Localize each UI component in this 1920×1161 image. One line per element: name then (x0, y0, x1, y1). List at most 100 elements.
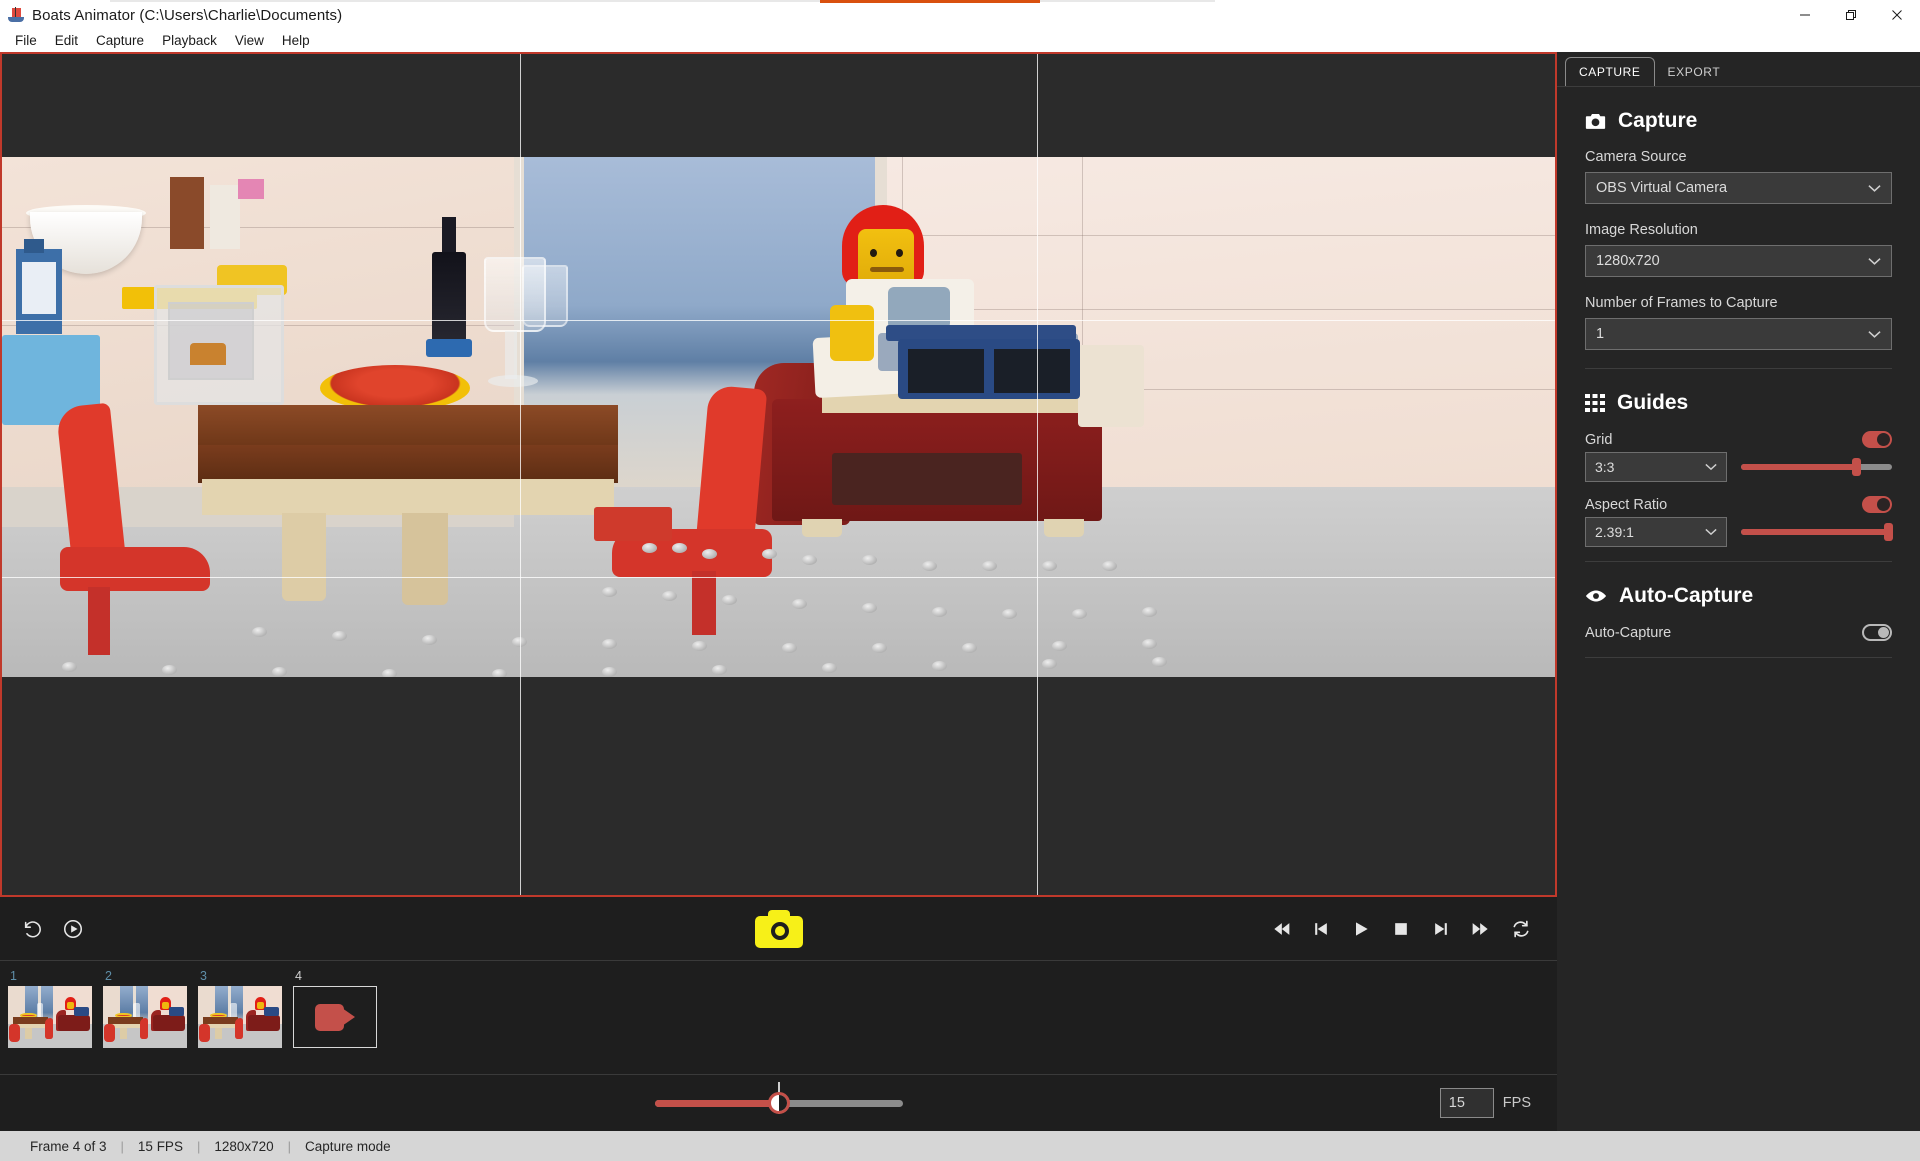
onion-skin-bar: FPS (0, 1075, 1557, 1131)
menu-bar: File Edit Capture Playback View Help (0, 30, 1920, 52)
status-bar: Frame 4 of 3 | 15 FPS | 1280x720 | Captu… (0, 1131, 1920, 1161)
aspect-ratio-toggle[interactable] (1862, 496, 1892, 513)
frame-item[interactable]: 3 (198, 969, 282, 1048)
capture-viewport-frame (0, 52, 1557, 897)
status-mode: Capture mode (305, 1138, 391, 1154)
autocapture-section-header: Auto-Capture (1585, 584, 1892, 608)
aspect-ratio-select[interactable]: 2.39:1 (1585, 517, 1727, 547)
chevron-down-icon (1705, 463, 1717, 471)
sidebar-content: Capture Camera Source OBS Virtual Camera… (1557, 87, 1920, 1131)
loop-icon[interactable] (1511, 919, 1531, 939)
menu-item-playback[interactable]: Playback (153, 31, 226, 51)
frame-thumbnail[interactable] (103, 986, 187, 1048)
app-window: Boats Animator (C:\Users\Charlie\Documen… (0, 0, 1920, 1161)
capture-section-title: Capture (1618, 109, 1698, 132)
menu-item-capture[interactable]: Capture (87, 31, 153, 51)
frame-item[interactable]: 1 (8, 969, 92, 1048)
boat-icon (8, 7, 24, 23)
aspect-ratio-label: Aspect Ratio (1585, 496, 1668, 513)
section-divider (1585, 368, 1892, 369)
camera-source-value: OBS Virtual Camera (1596, 180, 1728, 196)
frame-strip[interactable]: 1 2 3 4 (0, 961, 1557, 1075)
tab-export[interactable]: EXPORT (1654, 58, 1734, 86)
chevron-down-icon (1868, 184, 1881, 193)
play-icon[interactable] (1351, 919, 1371, 939)
frame-item[interactable]: 2 (103, 969, 187, 1048)
sidebar-tabs: CAPTURE EXPORT (1557, 52, 1920, 86)
image-resolution-select[interactable]: 1280x720 (1585, 245, 1892, 277)
live-view-thumbnail[interactable] (293, 986, 377, 1048)
chevron-down-icon (1705, 528, 1717, 536)
camera-source-label: Camera Source (1585, 149, 1687, 165)
autocapture-section-title: Auto-Capture (1619, 584, 1754, 607)
title-bar: Boats Animator (C:\Users\Charlie\Documen… (0, 0, 1920, 30)
capture-frame-button[interactable] (754, 908, 804, 950)
close-button[interactable] (1874, 0, 1920, 30)
capture-section-header: Capture (1585, 109, 1892, 133)
chevron-down-icon (1868, 330, 1881, 339)
video-camera-icon (315, 1003, 355, 1031)
controls-left-group (0, 918, 84, 940)
frame-thumbnail[interactable] (8, 986, 92, 1048)
grid-controls: 3:3 (1585, 452, 1892, 482)
restore-button[interactable] (1828, 0, 1874, 30)
lego-scene-image (2, 157, 1555, 677)
aspect-ratio-mask-top (2, 54, 1555, 157)
autocapture-row: Auto-Capture (1585, 624, 1892, 641)
left-column: 1 2 3 4 15 FPS (0, 52, 1557, 1131)
camera-icon (754, 909, 803, 948)
grid-opacity-slider[interactable] (1741, 458, 1892, 476)
step-back-icon[interactable] (1311, 919, 1331, 939)
grid-row: Grid (1585, 431, 1892, 448)
guides-section-header: Guides (1585, 391, 1892, 415)
title-accent-right (1040, 0, 1215, 2)
camera-preview[interactable] (2, 54, 1555, 895)
aspect-ratio-opacity-slider[interactable] (1741, 523, 1893, 541)
fps-input[interactable] (1439, 1088, 1494, 1118)
autocapture-toggle[interactable] (1862, 624, 1892, 641)
playback-controls-bar (0, 897, 1557, 961)
window-title: Boats Animator (C:\Users\Charlie\Documen… (32, 6, 343, 24)
section-divider (1585, 561, 1892, 562)
fps-group: FPS (1439, 1088, 1557, 1118)
undo-icon[interactable] (22, 918, 44, 940)
frame-number: 3 (200, 969, 207, 983)
stop-icon[interactable] (1391, 919, 1411, 939)
frame-thumbnail[interactable] (198, 986, 282, 1048)
play-circle-icon[interactable] (62, 918, 84, 940)
frame-number: 4 (295, 969, 302, 983)
frame-item-live[interactable]: 4 (293, 969, 377, 1048)
skip-end-icon[interactable] (1471, 919, 1491, 939)
step-forward-icon[interactable] (1431, 919, 1451, 939)
tab-capture[interactable]: CAPTURE (1565, 57, 1655, 86)
status-fps: 15 FPS (137, 1138, 183, 1154)
menu-item-help[interactable]: Help (273, 31, 319, 51)
grid-select[interactable]: 3:3 (1585, 452, 1727, 482)
aspect-ratio-mask-bottom (2, 795, 1555, 895)
frames-to-capture-label: Number of Frames to Capture (1585, 295, 1778, 311)
half-circle-icon[interactable] (767, 1092, 790, 1114)
camera-icon (1585, 112, 1606, 130)
autocapture-label: Auto-Capture (1585, 624, 1672, 641)
title-accent-bar (820, 0, 1040, 3)
menu-item-file[interactable]: File (6, 31, 46, 51)
grid-value: 3:3 (1595, 459, 1615, 475)
frame-number: 2 (105, 969, 112, 983)
camera-source-select[interactable]: OBS Virtual Camera (1585, 172, 1892, 204)
menu-item-edit[interactable]: Edit (46, 31, 87, 51)
grid-toggle[interactable] (1862, 431, 1892, 448)
grid-icon (1585, 394, 1605, 412)
minimize-button[interactable] (1782, 0, 1828, 30)
frames-to-capture-select[interactable]: 1 (1585, 318, 1892, 350)
guides-section-title: Guides (1617, 391, 1689, 414)
menu-item-view[interactable]: View (226, 31, 273, 51)
eye-icon (1585, 589, 1607, 603)
image-resolution-value: 1280x720 (1596, 253, 1660, 269)
skip-start-icon[interactable] (1271, 919, 1291, 939)
aspect-ratio-value: 2.39:1 (1595, 524, 1634, 540)
aspect-ratio-row: Aspect Ratio (1585, 496, 1892, 513)
fps-label: FPS (1502, 1095, 1531, 1111)
right-sidebar: CAPTURE EXPORT Capture Camera Source OBS… (1557, 52, 1920, 1131)
onion-skin-slider[interactable] (654, 1082, 903, 1115)
frames-to-capture-value: 1 (1596, 326, 1605, 342)
